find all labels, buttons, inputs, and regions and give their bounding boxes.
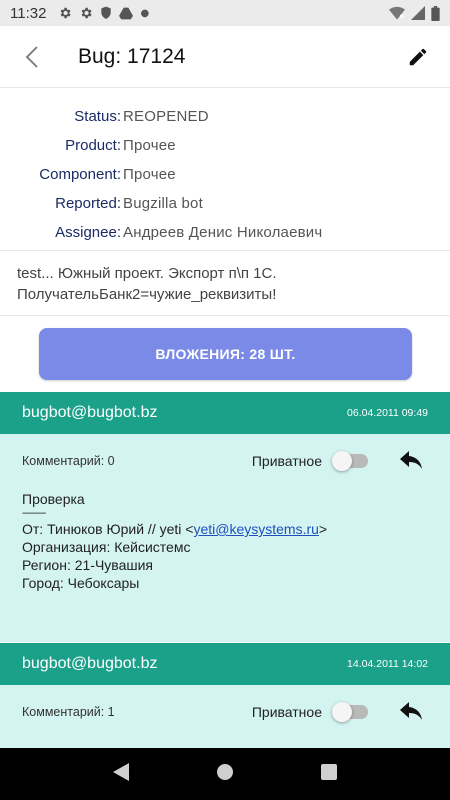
nav-recents-button[interactable] xyxy=(320,764,337,784)
comment-toolbar: Комментарий: 0 Приватное xyxy=(22,446,428,476)
shield-icon xyxy=(101,6,112,19)
component-value: Прочее xyxy=(123,166,176,183)
square-recents-icon xyxy=(320,764,337,780)
comment-author: bugbot@bugbot.bz xyxy=(22,404,158,421)
comment-region: Регион: 21-Чувашия xyxy=(22,557,153,573)
comment-number: Комментарий: 0 xyxy=(22,454,115,468)
nav-back-button[interactable] xyxy=(113,763,130,785)
comment-header: bugbot@bugbot.bz 14.04.2011 14:02 xyxy=(0,643,450,685)
app-bar: Bug: 17124 xyxy=(0,26,450,88)
circle-home-icon xyxy=(216,764,233,780)
comment-body: Комментарий: 0 Приватное Проверка ------… xyxy=(0,434,450,642)
chevron-left-icon xyxy=(25,45,38,68)
reply-icon xyxy=(400,702,422,720)
attachments-button[interactable]: ВЛОЖЕНИЯ: 28 ШТ. xyxy=(39,328,412,380)
toggle-knob xyxy=(332,702,352,722)
component-label: Component: xyxy=(39,166,121,183)
dot-icon: ● xyxy=(140,7,150,19)
comment-separator: ---------- xyxy=(22,508,46,519)
comment-org: Организация: Кейсистемс xyxy=(22,539,191,555)
assignee-value: Андреев Денис Николаевич xyxy=(123,224,323,241)
info-row-status: Status: REOPENED xyxy=(0,102,450,131)
private-label: Приватное xyxy=(251,704,322,720)
status-notification-icons: ● xyxy=(58,6,149,20)
private-toggle[interactable] xyxy=(332,451,368,471)
summary-line-2: ПолучательБанк2=чужие_реквизиты! xyxy=(17,286,277,303)
comment-toolbar: Комментарий: 1 Приватное xyxy=(22,697,428,727)
comment-header: bugbot@bugbot.bz 06.04.2011 09:49 xyxy=(0,392,450,434)
comment-date: 14.04.2011 14:02 xyxy=(347,658,428,670)
comment-card: bugbot@bugbot.bz 06.04.2011 09:49 Коммен… xyxy=(0,392,450,642)
product-label: Product: xyxy=(65,137,121,154)
private-label: Приватное xyxy=(251,453,322,469)
comment-author: bugbot@bugbot.bz xyxy=(22,655,158,672)
nav-home-button[interactable] xyxy=(216,763,234,785)
info-row-reported: Reported: Bugzilla bot xyxy=(0,189,450,218)
settings-icon xyxy=(82,7,93,19)
bug-summary: test... Южный проект. Экспорт п\п 1С. По… xyxy=(0,252,450,316)
private-toggle[interactable] xyxy=(332,702,368,722)
summary-line-1: test... Южный проект. Экспорт п\п 1С. xyxy=(17,265,277,282)
comment-from: От: Тинюков Юрий // yeti <yeti@keysystem… xyxy=(22,520,428,538)
comment-body: Комментарий: 1 Приватное xyxy=(0,685,450,748)
assignee-label: Assignee: xyxy=(55,224,121,241)
comment-title: Проверка xyxy=(22,491,85,507)
reply-icon xyxy=(400,451,422,469)
status-time: 11:32 xyxy=(10,4,47,22)
comment-city: Город: Чебоксары xyxy=(22,575,140,591)
status-bar: 11:32 ● xyxy=(0,0,450,26)
reply-button[interactable] xyxy=(396,449,426,473)
reply-button[interactable] xyxy=(396,700,426,724)
system-nav-bar xyxy=(0,748,450,800)
email-link[interactable]: yeti@keysystems.ru xyxy=(193,521,318,537)
comment-card: bugbot@bugbot.bz 14.04.2011 14:02 Коммен… xyxy=(0,643,450,748)
from-suffix: > xyxy=(318,521,328,537)
comment-number: Комментарий: 1 xyxy=(22,705,115,719)
comment-date: 06.04.2011 09:49 xyxy=(347,407,428,419)
from-prefix: От: Тинюков Юрий // yeti < xyxy=(22,521,194,537)
back-button[interactable] xyxy=(10,35,54,79)
drive-icon xyxy=(119,7,134,19)
battery-icon xyxy=(431,5,440,21)
status-system-icons xyxy=(389,5,440,21)
reported-label: Reported: xyxy=(55,195,121,212)
pencil-icon xyxy=(409,48,427,65)
settings-icon xyxy=(61,7,72,19)
reported-value: Bugzilla bot xyxy=(123,195,203,212)
info-row-assignee: Assignee: Андреев Денис Николаевич xyxy=(0,218,450,247)
bug-info: Status: REOPENED Product: Прочее Compone… xyxy=(0,89,450,251)
toggle-knob xyxy=(332,451,352,471)
cell-signal-icon xyxy=(411,6,425,20)
comment-text: Проверка ---------- От: Тинюков Юрий // … xyxy=(22,490,428,592)
info-row-component: Component: Прочее xyxy=(0,160,450,189)
triangle-back-icon xyxy=(113,763,130,781)
wifi-icon xyxy=(389,6,405,20)
info-row-product: Product: Прочее xyxy=(0,131,450,160)
status-label: Status: xyxy=(74,108,121,125)
product-value: Прочее xyxy=(123,137,176,154)
status-value: REOPENED xyxy=(123,108,209,125)
edit-button[interactable] xyxy=(398,37,438,77)
page-title: Bug: 17124 xyxy=(78,44,186,68)
